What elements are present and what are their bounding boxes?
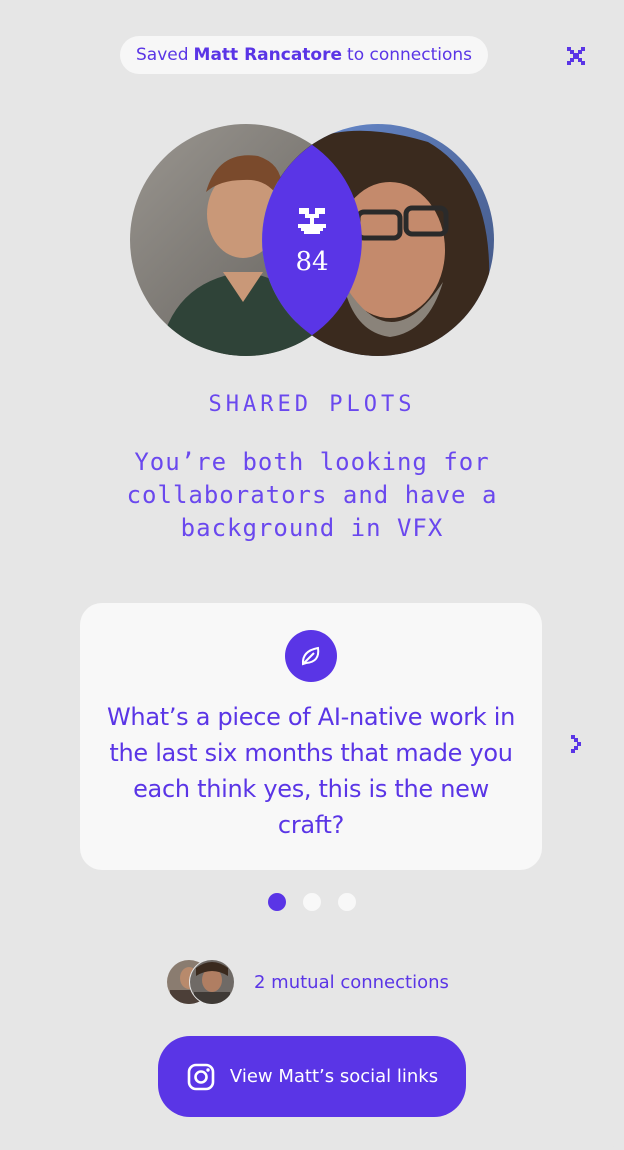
- mutual-avatars: [166, 958, 238, 1006]
- close-button[interactable]: [562, 42, 590, 70]
- carousel-dot-2[interactable]: [303, 893, 321, 911]
- next-question-button[interactable]: [568, 733, 586, 755]
- view-social-links-button[interactable]: View Matt’s social links: [158, 1036, 466, 1117]
- instagram-icon: [187, 1063, 215, 1090]
- carousel-dot-3[interactable]: [338, 893, 356, 911]
- saved-toast: Saved Matt Rancatore to connections: [120, 36, 489, 74]
- question-text: What’s a piece of AI-native work in the …: [106, 703, 515, 839]
- close-icon: [567, 47, 585, 65]
- toast-suffix: to connections: [347, 45, 473, 65]
- toast-name: Matt Rancatore: [193, 45, 343, 65]
- mutual-connections-text: 2 mutual connections: [254, 971, 449, 993]
- toast-prefix: Saved: [136, 45, 189, 65]
- leaf-icon: [301, 646, 320, 666]
- chevron-right-icon: [571, 735, 581, 753]
- shared-plots-description: You’re both looking for collaborators an…: [126, 448, 498, 542]
- question-card: What’s a piece of AI-native work in the …: [80, 603, 542, 870]
- carousel-dot-1[interactable]: [268, 893, 286, 911]
- carousel-dots: [268, 893, 356, 911]
- view-social-links-label: View Matt’s social links: [229, 1066, 439, 1087]
- mutual-connections[interactable]: 2 mutual connections: [166, 958, 449, 1006]
- shared-plots-title: SHARED PLOTS: [208, 392, 416, 417]
- question-icon-badge: [285, 630, 337, 682]
- venn-avatars: 84: [130, 124, 494, 356]
- connection-card: Saved Matt Rancatore to connections 84 S…: [0, 0, 624, 1150]
- compatibility-score: 84: [295, 247, 328, 277]
